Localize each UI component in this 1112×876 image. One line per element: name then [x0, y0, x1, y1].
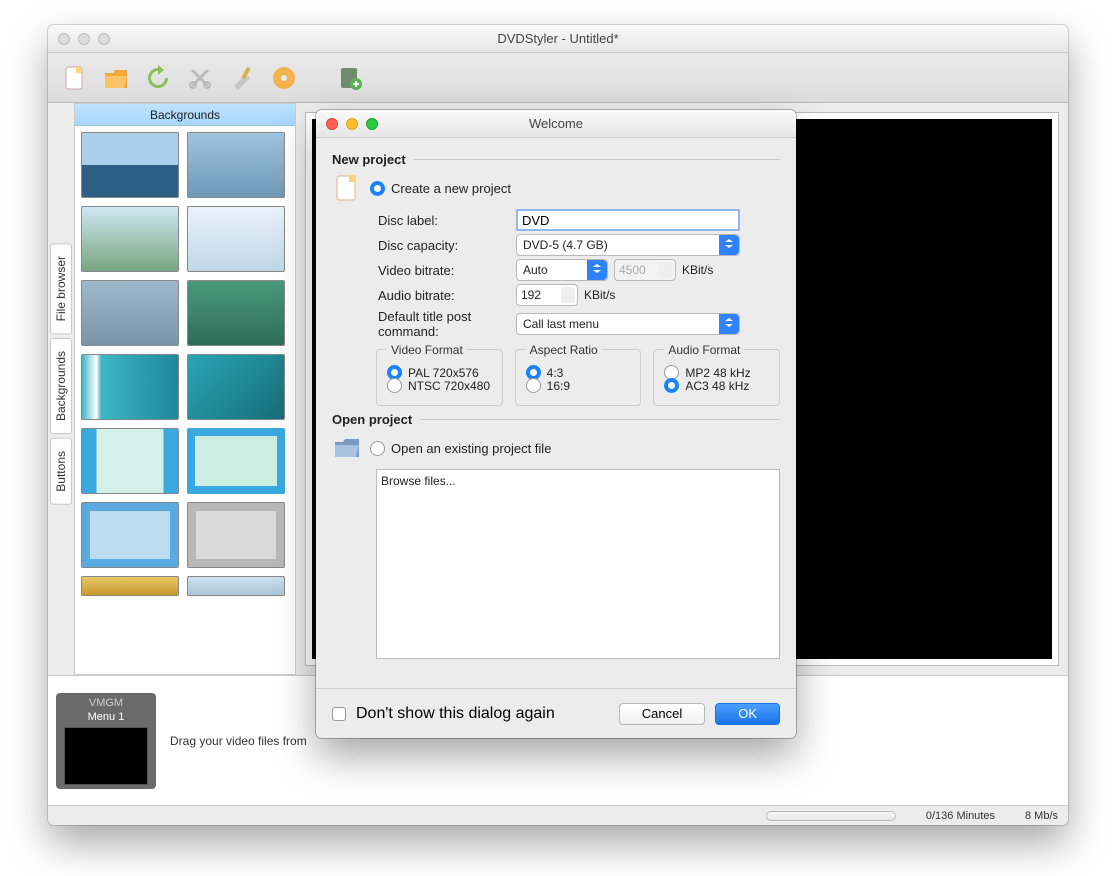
audio-format-group: Audio Format MP2 48 kHz AC3 48 kHz	[653, 349, 780, 406]
ok-button[interactable]: OK	[715, 703, 780, 725]
background-thumb[interactable]	[81, 428, 179, 494]
video-ntsc-radio[interactable]	[387, 378, 402, 393]
background-thumb[interactable]	[187, 354, 285, 420]
background-thumb[interactable]	[187, 502, 285, 568]
dialog-footer: Don't show this dialog again Cancel OK	[316, 688, 796, 738]
menu-thumbnail[interactable]: VMGM Menu 1	[56, 693, 156, 789]
background-thumb[interactable]	[81, 280, 179, 346]
disc-capacity-label: Disc capacity:	[332, 238, 516, 253]
refresh-icon	[144, 64, 172, 92]
save-project-button[interactable]	[140, 60, 176, 96]
create-project-label: Create a new project	[391, 181, 511, 196]
background-thumb[interactable]	[81, 206, 179, 272]
background-thumb[interactable]	[187, 576, 285, 596]
window-title: DVDStyler - Untitled*	[48, 31, 1068, 46]
status-bar: 0/136 Minutes 8 Mb/s	[48, 805, 1068, 825]
document-icon	[60, 64, 88, 92]
chevron-updown-icon	[719, 314, 739, 334]
background-thumb[interactable]	[187, 132, 285, 198]
settings-button[interactable]	[224, 60, 260, 96]
add-file-icon	[336, 64, 364, 92]
background-thumb[interactable]	[187, 280, 285, 346]
timeline-hint: Drag your video files from	[170, 734, 307, 748]
menu-group-label: VMGM	[89, 697, 123, 709]
capacity-meter	[766, 811, 896, 821]
video-bitrate-label: Video bitrate:	[332, 263, 516, 278]
scissors-icon	[186, 64, 214, 92]
tab-file-browser[interactable]: File browser	[50, 243, 72, 334]
disc-icon	[270, 64, 298, 92]
background-thumb[interactable]	[81, 576, 179, 596]
burn-button[interactable]	[266, 60, 302, 96]
dont-show-label: Don't show this dialog again	[356, 705, 555, 723]
menu-name-label: Menu 1	[88, 711, 125, 723]
main-toolbar	[48, 53, 1068, 103]
gallery-list[interactable]	[75, 126, 295, 674]
side-tabstrip: File browser Backgrounds Buttons	[48, 103, 74, 675]
post-cmd-label: Default title post command:	[332, 309, 516, 339]
cancel-button[interactable]: Cancel	[619, 703, 705, 725]
aspect-ratio-group: Aspect Ratio 4:3 16:9	[515, 349, 642, 406]
tools-icon	[228, 64, 256, 92]
disc-label-label: Disc label:	[332, 213, 516, 228]
create-project-radio[interactable]	[370, 181, 385, 196]
background-thumb[interactable]	[81, 354, 179, 420]
open-project-radio[interactable]	[370, 441, 385, 456]
browse-files-item[interactable]: Browse files...	[381, 474, 775, 488]
open-project-label: Open an existing project file	[391, 441, 551, 456]
video-bitrate-value-stepper: 4500	[614, 259, 676, 281]
tab-buttons[interactable]: Buttons	[50, 438, 72, 505]
audio-bitrate-label: Audio bitrate:	[332, 288, 516, 303]
dialog-titlebar[interactable]: Welcome	[316, 110, 796, 138]
main-titlebar[interactable]: DVDStyler - Untitled*	[48, 25, 1068, 53]
tab-backgrounds[interactable]: Backgrounds	[50, 338, 72, 434]
disc-capacity-select[interactable]: DVD-5 (4.7 GB)	[516, 234, 740, 256]
folder-icon	[102, 64, 130, 92]
open-project-button[interactable]	[98, 60, 134, 96]
cut-button[interactable]	[182, 60, 218, 96]
aspect-169-radio[interactable]	[526, 378, 541, 393]
dont-show-checkbox[interactable]	[332, 707, 346, 721]
menu-mini-preview	[64, 727, 148, 785]
video-bitrate-unit: KBit/s	[682, 263, 713, 277]
background-thumb[interactable]	[187, 206, 285, 272]
status-rate: 8 Mb/s	[1025, 810, 1058, 822]
welcome-dialog: Welcome New project Create a new project…	[316, 110, 796, 738]
recent-files-list[interactable]: Browse files...	[376, 469, 780, 659]
backgrounds-panel: Backgrounds	[74, 103, 296, 675]
chevron-updown-icon	[719, 235, 739, 255]
post-cmd-select[interactable]: Call last menu	[516, 313, 740, 335]
gallery-header: Backgrounds	[75, 104, 295, 126]
audio-bitrate-stepper[interactable]: 192	[516, 284, 578, 306]
new-document-icon	[332, 173, 362, 203]
video-format-group: Video Format PAL 720x576 NTSC 720x480	[376, 349, 503, 406]
audio-ac3-radio[interactable]	[664, 378, 679, 393]
dialog-title: Welcome	[316, 116, 796, 131]
audio-bitrate-unit: KBit/s	[584, 288, 615, 302]
background-thumb[interactable]	[81, 132, 179, 198]
disc-label-input[interactable]	[516, 209, 740, 231]
add-file-button[interactable]	[332, 60, 368, 96]
new-project-header: New project	[332, 152, 780, 167]
background-thumb[interactable]	[187, 428, 285, 494]
new-project-button[interactable]	[56, 60, 92, 96]
status-time: 0/136 Minutes	[926, 810, 995, 822]
background-thumb[interactable]	[81, 502, 179, 568]
open-project-header: Open project	[332, 412, 780, 427]
folder-open-icon	[332, 433, 362, 463]
chevron-updown-icon	[587, 260, 607, 280]
video-bitrate-mode-select[interactable]: Auto	[516, 259, 608, 281]
